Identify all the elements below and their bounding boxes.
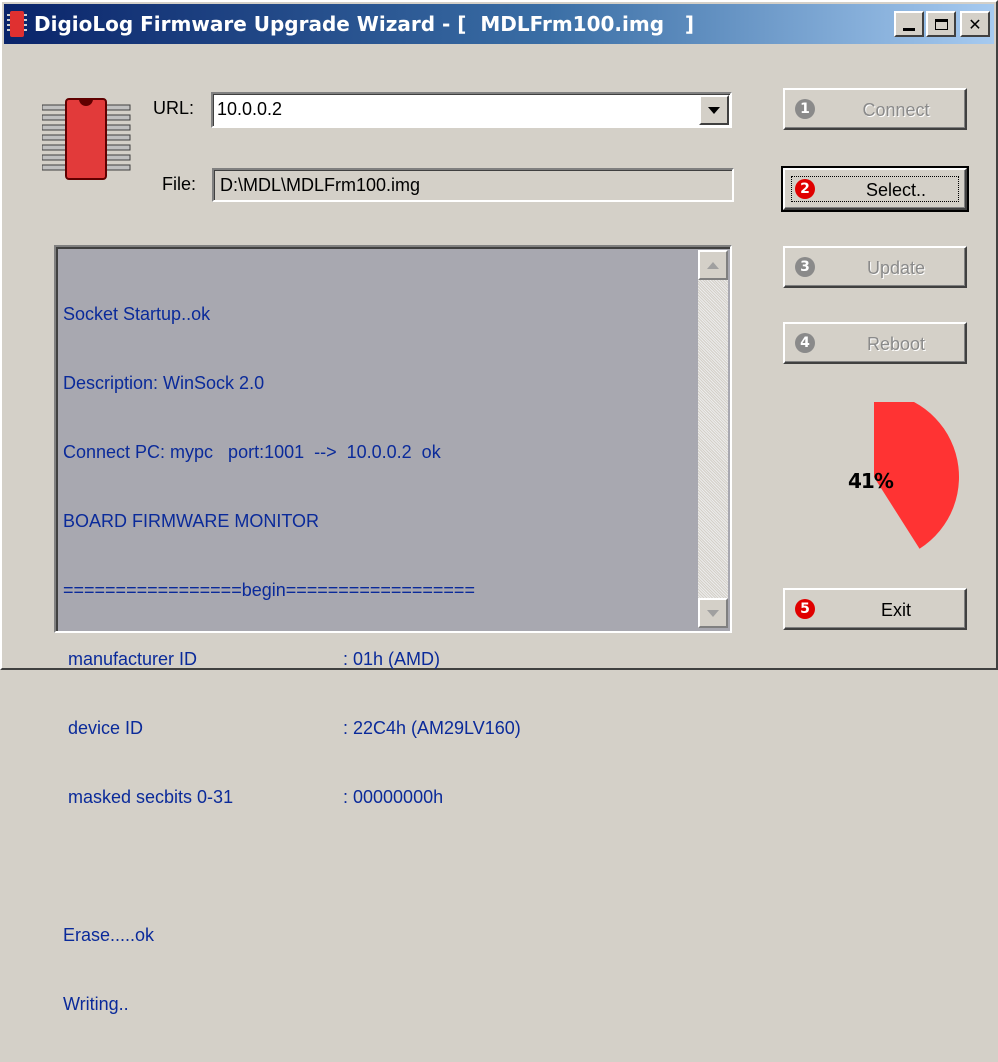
log-scrollbar[interactable] <box>698 250 728 628</box>
log-line: Socket Startup..ok <box>63 304 211 324</box>
url-dropdown-button[interactable] <box>699 95 729 125</box>
log-field-row: masked secbits 0-31 : 00000000h <box>63 786 693 809</box>
maximize-button[interactable] <box>926 11 956 37</box>
scroll-down-button[interactable] <box>698 598 728 628</box>
step-3-icon: 3 <box>795 257 815 277</box>
step-5-icon: 5 <box>795 599 815 619</box>
url-label: URL: <box>153 98 195 118</box>
log-field-value: : 01h (AMD) <box>343 649 441 669</box>
file-path-value: D:\MDL\MDLFrm100.img <box>220 175 421 195</box>
log-field-value: : 22C4h (AM29LV160) <box>343 718 521 738</box>
reboot-button-label: Reboot <box>866 334 926 354</box>
window-title: DigioLog Firmware Upgrade Wizard - [ MDL… <box>34 12 695 36</box>
log-field-row: manufacturer ID : 01h (AMD) <box>63 648 693 671</box>
minimize-button[interactable] <box>894 11 924 37</box>
close-button[interactable]: ✕ <box>960 11 990 37</box>
update-button-label: Update <box>866 258 926 278</box>
minimize-icon <box>903 27 915 31</box>
log-field-row: device ID : 22C4h (AM29LV160) <box>63 717 693 740</box>
file-label: File: <box>162 174 197 194</box>
log-line: BOARD FIRMWARE MONITOR <box>63 511 319 531</box>
wizard-window: DigioLog Firmware Upgrade Wizard - [ MDL… <box>0 0 998 1014</box>
log-text: Socket Startup..ok Description: WinSock … <box>63 257 693 1062</box>
reboot-button[interactable]: 4 Reboot <box>783 322 967 364</box>
scroll-up-button[interactable] <box>698 250 728 280</box>
url-combobox[interactable] <box>211 92 732 128</box>
update-button[interactable]: 3 Update <box>783 246 967 288</box>
exit-button-label: Exit <box>880 600 911 620</box>
chevron-down-icon <box>707 609 719 617</box>
connect-button[interactable]: 1 Connect <box>783 88 967 130</box>
step-4-icon: 4 <box>795 333 815 353</box>
step-2-icon: 2 <box>795 179 815 199</box>
title-bar[interactable]: DigioLog Firmware Upgrade Wizard - [ MDL… <box>4 4 994 44</box>
caption-buttons: ✕ <box>892 11 990 37</box>
log-line: Description: WinSock 2.0 <box>63 373 265 393</box>
close-icon: ✕ <box>968 14 982 34</box>
log-field-key: manufacturer ID <box>63 649 198 669</box>
file-path-field: D:\MDL\MDLFrm100.img <box>212 168 734 202</box>
log-output[interactable]: Socket Startup..ok Description: WinSock … <box>54 245 732 1014</box>
chip-icon <box>42 98 131 180</box>
log-field-key: device ID <box>63 718 144 738</box>
chip-left-pins <box>42 104 69 171</box>
log-field-value: : 00000000h <box>343 787 444 807</box>
chip-right-pins <box>103 104 131 171</box>
select-button[interactable]: 2 Select.. <box>781 166 969 212</box>
log-field-key: masked secbits 0-31 <box>63 787 234 807</box>
maximize-icon <box>934 18 948 30</box>
log-line: Writing.. <box>63 994 129 1014</box>
select-button-label: Select.. <box>865 180 927 200</box>
url-input[interactable] <box>217 99 677 120</box>
exit-button[interactable]: 5 Exit <box>783 588 967 630</box>
connect-button-label: Connect <box>862 100 930 120</box>
progress-percent-label: 41% <box>848 469 894 493</box>
app-chip-icon <box>7 11 27 37</box>
chevron-down-icon <box>708 106 720 114</box>
log-line: Erase.....ok <box>63 925 155 945</box>
log-line: =================begin================== <box>63 580 475 600</box>
chevron-up-icon <box>707 261 719 269</box>
chip-body <box>65 98 107 180</box>
step-1-icon: 1 <box>795 99 815 119</box>
log-line: Connect PC: mypc port:1001 --> 10.0.0.2 … <box>63 442 441 462</box>
